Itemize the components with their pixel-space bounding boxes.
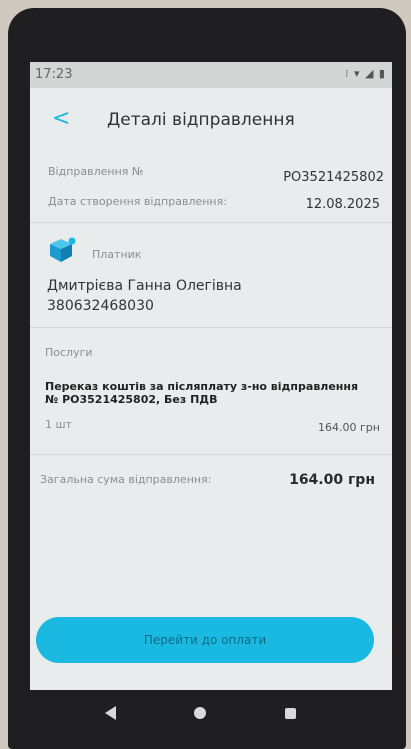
- creation-date-label: Дата створення відправлення:: [48, 195, 227, 208]
- divider: [30, 222, 392, 223]
- status-icons: ⁝ ▾ ◢ ▮: [344, 67, 386, 80]
- go-to-payment-button[interactable]: Перейти до оплати: [36, 617, 374, 663]
- page-title: Деталі відправлення: [107, 110, 295, 130]
- system-nav-bar: [30, 690, 392, 736]
- service-price: 164.00 грн: [318, 421, 380, 434]
- creation-date-value: 12.08.2025: [305, 197, 380, 212]
- divider: [30, 327, 392, 328]
- chevron-left-icon[interactable]: <: [52, 106, 70, 131]
- payer-phone: 380632468030: [47, 298, 154, 314]
- shipment-number-value: PO3521425802: [283, 170, 384, 185]
- package-box-icon: [47, 237, 77, 263]
- nav-recents-icon[interactable]: [285, 708, 296, 719]
- nav-back-icon[interactable]: [105, 706, 116, 720]
- divider: [30, 454, 392, 455]
- service-name: Переказ коштів за післяплату з-но відпра…: [45, 380, 359, 406]
- total-value: 164.00 грн: [289, 472, 375, 488]
- services-section-label: Послуги: [45, 346, 93, 359]
- app-bar: < Деталі відправлення: [30, 88, 392, 146]
- service-quantity: 1 шт: [45, 418, 72, 431]
- payer-name: Дмитрієва Ганна Олегівна: [47, 278, 242, 294]
- app-screen: 17:23 ⁝ ▾ ◢ ▮ < Деталі відправлення Відп…: [30, 62, 392, 690]
- payer-label: Платник: [92, 248, 142, 261]
- status-bar: 17:23 ⁝ ▾ ◢ ▮: [30, 62, 392, 88]
- status-time: 17:23: [35, 67, 73, 82]
- shipment-number-label: Відправлення №: [48, 165, 144, 178]
- nav-home-icon[interactable]: [194, 707, 206, 719]
- total-label: Загальна сума відправлення:: [40, 473, 212, 486]
